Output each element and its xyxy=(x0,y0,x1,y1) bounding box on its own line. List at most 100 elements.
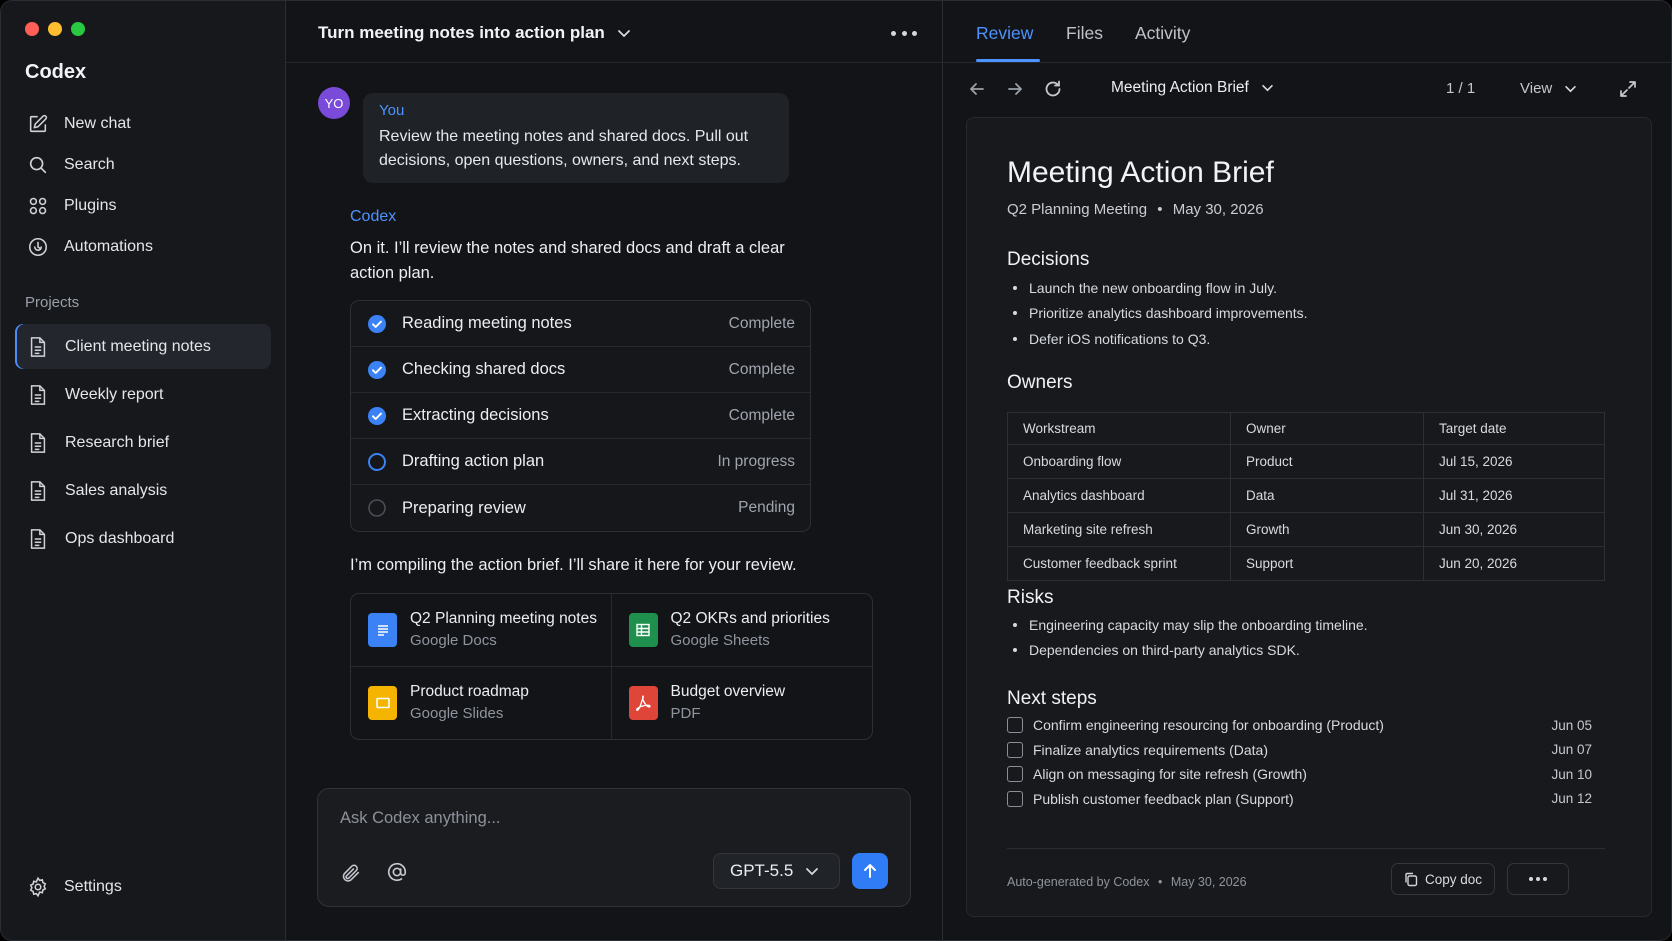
project-label: Client meeting notes xyxy=(65,337,211,355)
chevron-down-icon xyxy=(617,29,630,37)
doc-meeting: Q2 Planning Meeting xyxy=(1007,201,1148,218)
app-window: Codex New chat Search Plugins Automation… xyxy=(0,0,1672,941)
page-indicator: 1 / 1 xyxy=(1446,80,1476,97)
nav-automations[interactable]: Automations xyxy=(15,226,271,267)
project-client-meeting-notes[interactable]: Client meeting notes xyxy=(15,324,271,369)
step-checkbox[interactable] xyxy=(1007,717,1023,734)
step-checkbox[interactable] xyxy=(1007,790,1023,807)
settings-button[interactable]: Settings xyxy=(27,876,122,898)
composer: GPT-5.5 xyxy=(317,788,911,907)
nav-plugins[interactable]: Plugins xyxy=(15,185,271,226)
arrow-left-icon[interactable] xyxy=(967,79,987,99)
project-weekly-report[interactable]: Weekly report xyxy=(15,372,271,417)
risks-list: Engineering capacity may slip the onboar… xyxy=(1007,612,1368,663)
mention-icon[interactable] xyxy=(386,861,408,883)
check-circle-icon xyxy=(368,360,386,379)
panel-tabs: Review Files Activity xyxy=(943,1,1671,63)
doc-selector[interactable]: Meeting Action Brief xyxy=(1111,79,1274,97)
step-checkbox[interactable] xyxy=(1007,766,1023,783)
paperclip-icon[interactable] xyxy=(340,862,362,884)
check-circle-icon xyxy=(368,314,386,333)
table-cell: Analytics dashboard xyxy=(1007,478,1231,513)
owners-table: Workstream Owner Target date Onboarding … xyxy=(1007,412,1605,581)
more-dot xyxy=(1529,877,1533,881)
tab-activity[interactable]: Activity xyxy=(1135,23,1190,44)
task-row: Preparing review Pending xyxy=(351,485,810,531)
gear-icon xyxy=(29,876,47,898)
tab-files[interactable]: Files xyxy=(1066,23,1103,44)
attachment-card[interactable]: Q2 Planning meeting notes Google Docs xyxy=(351,594,612,667)
chat-header: Turn meeting notes into action plan xyxy=(286,1,943,63)
attachment-card[interactable]: Q2 OKRs and priorities Google Sheets xyxy=(611,594,872,667)
column-header: Owner xyxy=(1230,412,1424,445)
table-row: Marketing site refresh Growth Jun 30, 20… xyxy=(1007,512,1605,547)
task-status: Complete xyxy=(728,314,795,332)
project-research-brief[interactable]: Research brief xyxy=(15,420,271,465)
step-label: Align on messaging for site refresh (Gro… xyxy=(1033,766,1307,783)
projects-list: Client meeting notes Weekly report Resea… xyxy=(15,324,271,564)
model-label: GPT-5.5 xyxy=(730,861,794,880)
chat-title: Turn meeting notes into action plan xyxy=(318,23,605,42)
user-message-text: Review the meeting notes and shared docs… xyxy=(379,128,749,169)
nav-new-chat[interactable]: New chat xyxy=(15,103,271,144)
table-cell: Growth xyxy=(1230,512,1424,547)
table-row: Analytics dashboard Data Jul 31, 2026 xyxy=(1007,478,1605,513)
list-item: Prioritize analytics dashboard improveme… xyxy=(1007,301,1308,327)
next-steps-heading: Next steps xyxy=(1007,688,1097,709)
in-progress-icon xyxy=(368,452,386,471)
assistant-message: On it. I’ll review the notes and shared … xyxy=(350,239,785,282)
project-label: Ops dashboard xyxy=(65,529,175,547)
attachment-name: Q2 OKRs and priorities xyxy=(670,610,830,628)
project-ops-dashboard[interactable]: Ops dashboard xyxy=(15,516,271,561)
copy-icon xyxy=(1405,872,1418,886)
task-status: Complete xyxy=(728,406,795,424)
chat-more-button[interactable] xyxy=(891,25,917,41)
sidebar-nav: New chat Search Plugins Automations xyxy=(15,103,271,267)
project-sales-analysis[interactable]: Sales analysis xyxy=(15,468,271,513)
chat-title-dropdown[interactable]: Turn meeting notes into action plan xyxy=(318,23,631,43)
nav-label: New chat xyxy=(64,114,131,132)
chevron-down-icon xyxy=(1565,85,1576,92)
attachment-name: Q2 Planning meeting notes xyxy=(410,610,597,628)
step-label: Confirm engineering resourcing for onboa… xyxy=(1033,717,1384,734)
chevron-down-icon xyxy=(806,867,819,875)
doc-more-button[interactable] xyxy=(1507,863,1569,895)
tab-review[interactable]: Review xyxy=(976,23,1033,44)
message-input[interactable] xyxy=(340,809,880,828)
send-button[interactable] xyxy=(852,853,888,889)
attachments-grid: Q2 Planning meeting notes Google Docs Q2… xyxy=(350,593,873,740)
more-dot xyxy=(912,30,917,36)
step-date: Jun 05 xyxy=(1551,717,1592,733)
refresh-icon[interactable] xyxy=(1043,79,1063,99)
edit-icon xyxy=(29,114,48,132)
table-cell: Jul 31, 2026 xyxy=(1423,478,1605,513)
model-selector[interactable]: GPT-5.5 xyxy=(713,853,840,889)
close-window-button[interactable] xyxy=(25,22,39,36)
task-label: Extracting decisions xyxy=(402,406,549,424)
next-step-item: Finalize analytics requirements (Data) J… xyxy=(1007,738,1592,763)
list-item: Defer iOS notifications to Q3. xyxy=(1007,326,1308,352)
maximize-window-button[interactable] xyxy=(71,22,85,36)
copy-doc-button[interactable]: Copy doc xyxy=(1391,863,1495,895)
expand-icon[interactable] xyxy=(1619,80,1637,98)
attachment-source: Google Sheets xyxy=(670,632,770,650)
more-dot xyxy=(1543,877,1547,881)
review-panel: Review Files Activity Meeting Action Bri… xyxy=(943,1,1671,940)
pdf-icon xyxy=(628,685,658,720)
document-icon xyxy=(30,528,46,549)
user-message: You Review the meeting notes and shared … xyxy=(363,93,789,183)
doc-footer: Auto-generated by Codex • May 30, 2026 xyxy=(1007,875,1247,889)
view-menu[interactable]: View xyxy=(1520,80,1577,97)
app-title: Codex xyxy=(25,61,87,83)
attachment-card[interactable]: Product roadmap Google Slides xyxy=(351,666,612,739)
document-icon xyxy=(30,336,46,357)
attachment-card[interactable]: Budget overview PDF xyxy=(612,667,873,740)
minimize-window-button[interactable] xyxy=(48,22,62,36)
list-item: Launch the new onboarding flow in July. xyxy=(1007,275,1308,301)
nav-search[interactable]: Search xyxy=(15,144,271,185)
attachment-source: Google Slides xyxy=(410,705,504,723)
list-item: Engineering capacity may slip the onboar… xyxy=(1007,612,1368,638)
arrow-right-icon[interactable] xyxy=(1005,79,1025,99)
step-checkbox[interactable] xyxy=(1007,741,1023,758)
google-slides-icon xyxy=(368,685,397,720)
